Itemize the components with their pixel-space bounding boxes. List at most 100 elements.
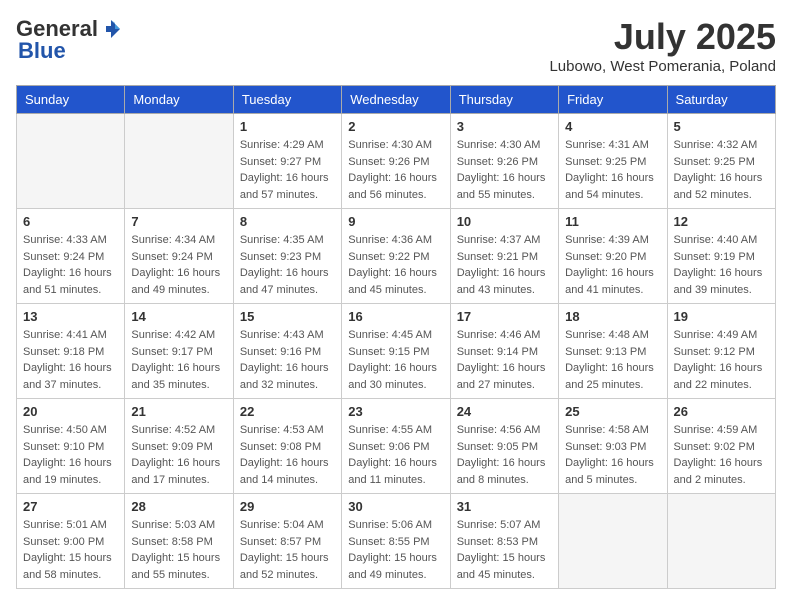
day-number: 18 xyxy=(565,309,660,324)
calendar-day-cell: 2 Sunrise: 4:30 AM Sunset: 9:26 PM Daylig… xyxy=(342,114,450,209)
day-of-week-header: Monday xyxy=(125,86,233,114)
calendar-day-cell: 5 Sunrise: 4:32 AM Sunset: 9:25 PM Daylig… xyxy=(667,114,775,209)
calendar-day-cell: 25 Sunrise: 4:58 AM Sunset: 9:03 PM Dayli… xyxy=(559,399,667,494)
day-number: 19 xyxy=(674,309,769,324)
calendar-day-cell: 29 Sunrise: 5:04 AM Sunset: 8:57 PM Dayli… xyxy=(233,494,341,589)
day-number: 20 xyxy=(23,404,118,419)
calendar-day-cell: 19 Sunrise: 4:49 AM Sunset: 9:12 PM Dayli… xyxy=(667,304,775,399)
day-number: 25 xyxy=(565,404,660,419)
day-of-week-header: Tuesday xyxy=(233,86,341,114)
month-title: July 2025 xyxy=(549,16,776,58)
calendar-day-cell: 22 Sunrise: 4:53 AM Sunset: 9:08 PM Dayli… xyxy=(233,399,341,494)
day-of-week-header: Sunday xyxy=(17,86,125,114)
calendar-day-cell: 17 Sunrise: 4:46 AM Sunset: 9:14 PM Dayli… xyxy=(450,304,558,399)
calendar-week-row: 27 Sunrise: 5:01 AM Sunset: 9:00 PM Dayli… xyxy=(17,494,776,589)
day-info: Sunrise: 4:45 AM Sunset: 9:15 PM Dayligh… xyxy=(348,327,443,393)
day-info: Sunrise: 4:52 AM Sunset: 9:09 PM Dayligh… xyxy=(131,422,226,488)
calendar-day-cell: 31Sunrise: 5:07 AM Sunset: 8:53 PM Dayli… xyxy=(450,494,558,589)
calendar-day-cell: 27 Sunrise: 5:01 AM Sunset: 9:00 PM Dayli… xyxy=(17,494,125,589)
day-info: Sunrise: 5:04 AM Sunset: 8:57 PM Dayligh… xyxy=(240,517,335,583)
day-info: Sunrise: 4:41 AM Sunset: 9:18 PM Dayligh… xyxy=(23,327,118,393)
day-number: 4 xyxy=(565,119,660,134)
title-area: July 2025 Lubowo, West Pomerania, Poland xyxy=(549,16,776,75)
day-number: 16 xyxy=(348,309,443,324)
day-of-week-header: Friday xyxy=(559,86,667,114)
day-info: Sunrise: 4:49 AM Sunset: 9:12 PM Dayligh… xyxy=(674,327,769,393)
day-number: 14 xyxy=(131,309,226,324)
calendar-day-cell: 1Sunrise: 4:29 AM Sunset: 9:27 PM Daylig… xyxy=(233,114,341,209)
calendar-week-row: 13Sunrise: 4:41 AM Sunset: 9:18 PM Dayli… xyxy=(17,304,776,399)
calendar-day-cell: 23 Sunrise: 4:55 AM Sunset: 9:06 PM Dayli… xyxy=(342,399,450,494)
day-number: 7 xyxy=(131,214,226,229)
calendar-day-cell xyxy=(559,494,667,589)
day-info: Sunrise: 4:33 AM Sunset: 9:24 PM Dayligh… xyxy=(23,232,118,298)
day-number: 8 xyxy=(240,214,335,229)
day-info: Sunrise: 4:53 AM Sunset: 9:08 PM Dayligh… xyxy=(240,422,335,488)
day-info: Sunrise: 4:34 AM Sunset: 9:24 PM Dayligh… xyxy=(131,232,226,298)
day-number: 17 xyxy=(457,309,552,324)
day-number: 26 xyxy=(674,404,769,419)
day-of-week-header: Saturday xyxy=(667,86,775,114)
day-info: Sunrise: 4:37 AM Sunset: 9:21 PM Dayligh… xyxy=(457,232,552,298)
calendar-day-cell: 18 Sunrise: 4:48 AM Sunset: 9:13 PM Dayli… xyxy=(559,304,667,399)
day-number: 1 xyxy=(240,119,335,134)
day-info: Sunrise: 4:46 AM Sunset: 9:14 PM Dayligh… xyxy=(457,327,552,393)
day-number: 15 xyxy=(240,309,335,324)
day-of-week-header: Wednesday xyxy=(342,86,450,114)
day-info: Sunrise: 4:35 AM Sunset: 9:23 PM Dayligh… xyxy=(240,232,335,298)
day-info: Sunrise: 4:56 AM Sunset: 9:05 PM Dayligh… xyxy=(457,422,552,488)
calendar-day-cell xyxy=(17,114,125,209)
day-info: Sunrise: 4:48 AM Sunset: 9:13 PM Dayligh… xyxy=(565,327,660,393)
day-info: Sunrise: 4:55 AM Sunset: 9:06 PM Dayligh… xyxy=(348,422,443,488)
location-title: Lubowo, West Pomerania, Poland xyxy=(549,58,776,75)
day-number: 12 xyxy=(674,214,769,229)
calendar-header-row: SundayMondayTuesdayWednesdayThursdayFrid… xyxy=(17,86,776,114)
calendar-day-cell: 6 Sunrise: 4:33 AM Sunset: 9:24 PM Daylig… xyxy=(17,209,125,304)
calendar-day-cell: 11 Sunrise: 4:39 AM Sunset: 9:20 PM Dayli… xyxy=(559,209,667,304)
calendar-week-row: 1Sunrise: 4:29 AM Sunset: 9:27 PM Daylig… xyxy=(17,114,776,209)
calendar-day-cell: 10 Sunrise: 4:37 AM Sunset: 9:21 PM Dayli… xyxy=(450,209,558,304)
day-number: 11 xyxy=(565,214,660,229)
calendar-day-cell: 7 Sunrise: 4:34 AM Sunset: 9:24 PM Daylig… xyxy=(125,209,233,304)
logo: General Blue xyxy=(16,16,122,64)
day-number: 30 xyxy=(348,499,443,514)
day-info: Sunrise: 4:32 AM Sunset: 9:25 PM Dayligh… xyxy=(674,137,769,203)
calendar-day-cell: 15 Sunrise: 4:43 AM Sunset: 9:16 PM Dayli… xyxy=(233,304,341,399)
day-info: Sunrise: 5:01 AM Sunset: 9:00 PM Dayligh… xyxy=(23,517,118,583)
logo-blue-text: Blue xyxy=(18,38,66,64)
day-number: 10 xyxy=(457,214,552,229)
day-number: 6 xyxy=(23,214,118,229)
day-number: 2 xyxy=(348,119,443,134)
day-info: Sunrise: 5:03 AM Sunset: 8:58 PM Dayligh… xyxy=(131,517,226,583)
calendar-day-cell: 26Sunrise: 4:59 AM Sunset: 9:02 PM Dayli… xyxy=(667,399,775,494)
calendar-day-cell: 12Sunrise: 4:40 AM Sunset: 9:19 PM Dayli… xyxy=(667,209,775,304)
day-number: 21 xyxy=(131,404,226,419)
day-info: Sunrise: 5:06 AM Sunset: 8:55 PM Dayligh… xyxy=(348,517,443,583)
calendar-day-cell: 21 Sunrise: 4:52 AM Sunset: 9:09 PM Dayli… xyxy=(125,399,233,494)
calendar-table: SundayMondayTuesdayWednesdayThursdayFrid… xyxy=(16,85,776,589)
day-number: 5 xyxy=(674,119,769,134)
calendar-day-cell xyxy=(125,114,233,209)
day-number: 24 xyxy=(457,404,552,419)
day-number: 3 xyxy=(457,119,552,134)
day-number: 29 xyxy=(240,499,335,514)
day-number: 9 xyxy=(348,214,443,229)
header: General Blue July 2025 Lubowo, West Pome… xyxy=(16,16,776,75)
calendar-day-cell: 20Sunrise: 4:50 AM Sunset: 9:10 PM Dayli… xyxy=(17,399,125,494)
logo-icon xyxy=(100,18,122,40)
day-info: Sunrise: 4:58 AM Sunset: 9:03 PM Dayligh… xyxy=(565,422,660,488)
day-number: 22 xyxy=(240,404,335,419)
calendar-day-cell: 9Sunrise: 4:36 AM Sunset: 9:22 PM Daylig… xyxy=(342,209,450,304)
day-info: Sunrise: 4:30 AM Sunset: 9:26 PM Dayligh… xyxy=(348,137,443,203)
day-info: Sunrise: 4:39 AM Sunset: 9:20 PM Dayligh… xyxy=(565,232,660,298)
calendar-day-cell: 13Sunrise: 4:41 AM Sunset: 9:18 PM Dayli… xyxy=(17,304,125,399)
calendar-day-cell: 14Sunrise: 4:42 AM Sunset: 9:17 PM Dayli… xyxy=(125,304,233,399)
day-of-week-header: Thursday xyxy=(450,86,558,114)
day-info: Sunrise: 4:43 AM Sunset: 9:16 PM Dayligh… xyxy=(240,327,335,393)
day-number: 23 xyxy=(348,404,443,419)
calendar-day-cell: 3 Sunrise: 4:30 AM Sunset: 9:26 PM Daylig… xyxy=(450,114,558,209)
day-number: 27 xyxy=(23,499,118,514)
calendar-week-row: 6 Sunrise: 4:33 AM Sunset: 9:24 PM Daylig… xyxy=(17,209,776,304)
calendar-day-cell: 24 Sunrise: 4:56 AM Sunset: 9:05 PM Dayli… xyxy=(450,399,558,494)
day-info: Sunrise: 4:30 AM Sunset: 9:26 PM Dayligh… xyxy=(457,137,552,203)
